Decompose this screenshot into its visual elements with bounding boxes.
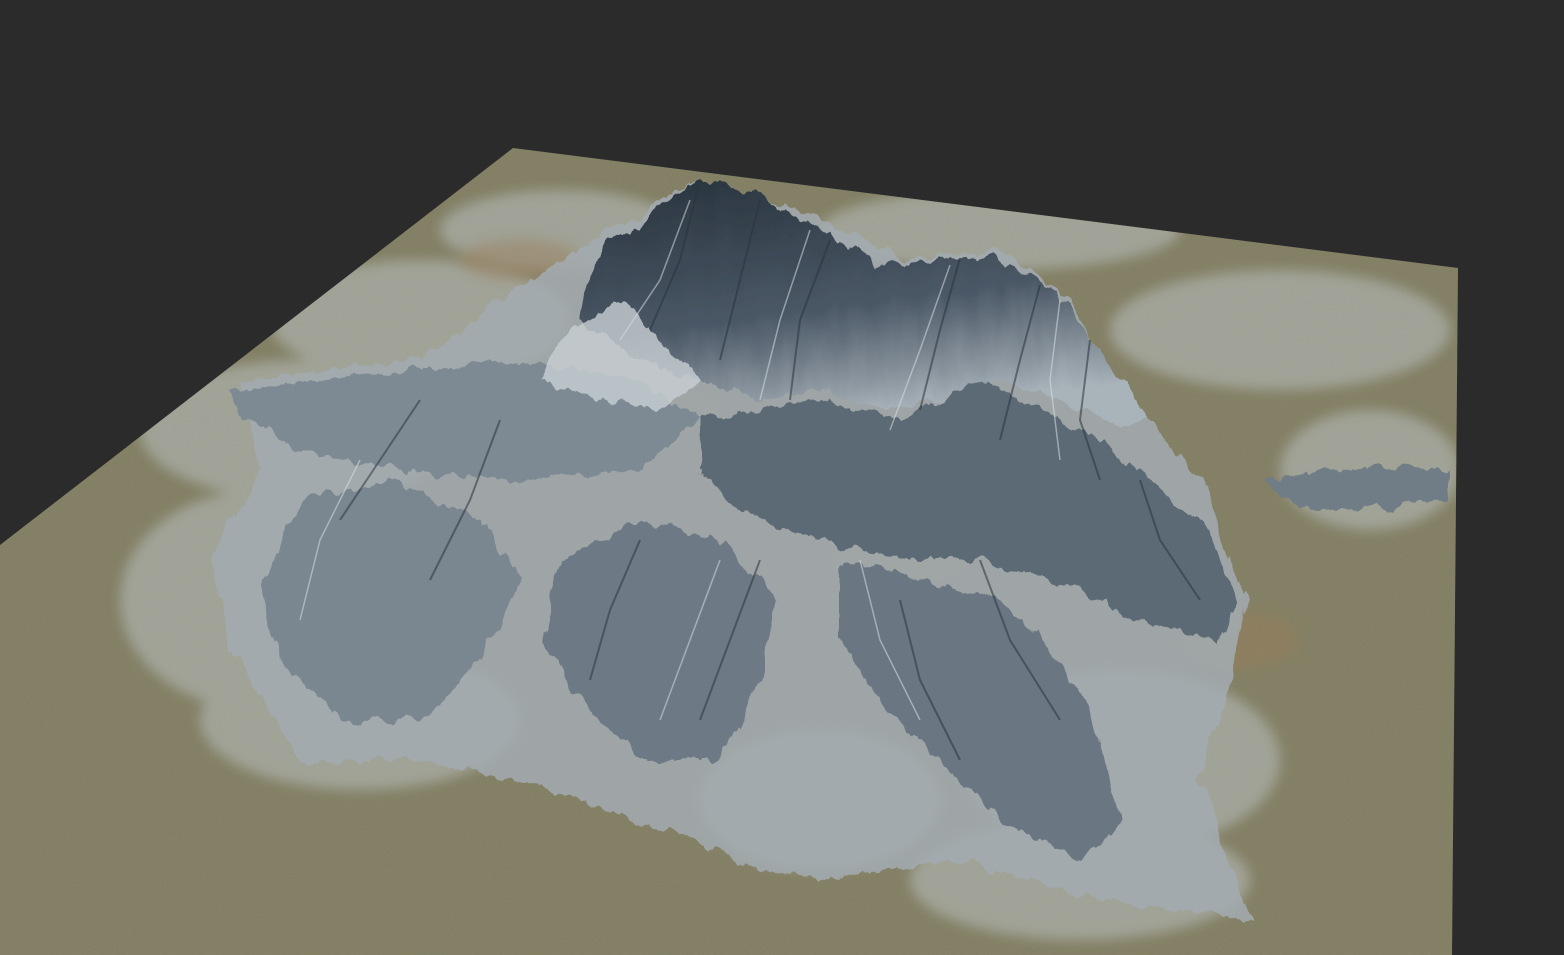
3d-viewport[interactable] — [0, 0, 1564, 955]
terrain-render[interactable] — [0, 0, 1564, 955]
